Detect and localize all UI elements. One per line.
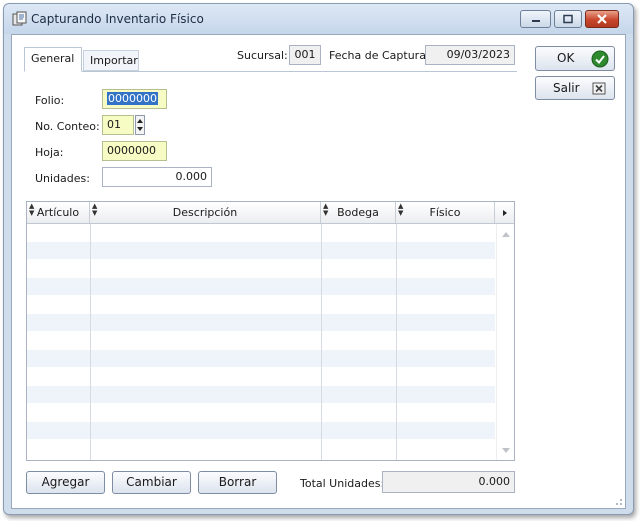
borrar-button[interactable]: Borrar (198, 471, 277, 494)
close-button[interactable] (585, 10, 619, 28)
table-row[interactable] (27, 332, 495, 350)
conteo-stepper[interactable] (135, 115, 145, 135)
total-unidades-field[interactable]: 0.000 (382, 471, 515, 493)
exit-x-icon (592, 82, 606, 95)
grid-vertical-scrollbar[interactable] (496, 224, 514, 460)
chevron-right-icon (502, 210, 507, 216)
hoja-label: Hoja: (35, 146, 64, 159)
ok-button[interactable]: OK (535, 46, 615, 71)
tab-importar[interactable]: Importar (83, 50, 139, 71)
sort-icon: ▲ ▼ (323, 202, 329, 217)
window-title: Capturando Inventario Físico (31, 12, 204, 26)
table-row[interactable] (27, 404, 495, 422)
table-row[interactable] (27, 368, 495, 386)
sort-icon: ▲ ▼ (92, 202, 98, 217)
column-articulo[interactable]: ▲ ▼ Artículo (27, 202, 90, 223)
check-circle-icon (591, 50, 609, 68)
folio-field[interactable]: 0000000 (102, 89, 167, 109)
cambiar-button[interactable]: Cambiar (112, 471, 191, 494)
grid-header: ▲ ▼ Artículo ▲ ▼ Descripción ▲ ▼ Bodega ▲ ▼ … (27, 202, 514, 224)
resize-grip-icon[interactable] (613, 496, 623, 506)
column-scroll-right[interactable] (495, 202, 514, 223)
column-articulo-label: Artículo (36, 206, 80, 219)
sucursal-field[interactable]: 001 (289, 45, 321, 65)
folio-value: 0000000 (107, 92, 158, 105)
ok-button-label: OK (557, 51, 575, 65)
conteo-label: No. Conteo: (35, 120, 100, 133)
conteo-field[interactable]: 01 (102, 115, 134, 135)
close-icon (597, 14, 607, 24)
table-row[interactable] (27, 386, 495, 404)
column-bodega[interactable]: ▲ ▼ Bodega (321, 202, 396, 223)
title-bar[interactable]: Capturando Inventario Físico (4, 4, 633, 34)
inventory-grid[interactable]: ▲ ▼ Artículo ▲ ▼ Descripción ▲ ▼ Bodega ▲ ▼ … (26, 201, 515, 461)
minimize-icon (531, 20, 540, 22)
sort-icon: ▲ ▼ (398, 202, 404, 217)
scroll-down-icon[interactable] (498, 446, 514, 456)
stepper-down-icon[interactable] (136, 125, 144, 134)
table-row[interactable] (27, 260, 495, 278)
column-fisico[interactable]: ▲ ▼ Físico (396, 202, 495, 223)
dialog-body: General Importar Sucursal: 001 Fecha de … (11, 34, 626, 509)
column-descripcion[interactable]: ▲ ▼ Descripción (90, 202, 321, 223)
sort-icon: ▲ ▼ (29, 202, 35, 217)
grid-body (27, 224, 495, 458)
table-row[interactable] (27, 350, 495, 368)
table-row[interactable] (27, 224, 495, 242)
table-row[interactable] (27, 278, 495, 296)
tab-divider (24, 71, 517, 72)
fecha-captura-label: Fecha de Captura: (329, 49, 430, 62)
scroll-up-icon[interactable] (498, 229, 514, 239)
column-divider (321, 224, 322, 460)
column-descripcion-label: Descripción (172, 206, 238, 219)
stepper-up-icon[interactable] (136, 116, 144, 125)
salir-button-label: Salir (553, 81, 580, 95)
maximize-button[interactable] (554, 10, 582, 28)
column-fisico-label: Físico (429, 206, 461, 219)
minimize-button[interactable] (520, 10, 551, 28)
total-unidades-label: Total Unidades: (300, 477, 385, 490)
unidades-label: Unidades: (35, 172, 90, 185)
unidades-field[interactable]: 0.000 (102, 167, 212, 187)
dialog-window: Capturando Inventario Físico General Imp… (3, 3, 634, 515)
folio-label: Folio: (35, 94, 65, 107)
tab-general[interactable]: General (24, 47, 82, 72)
salir-button[interactable]: Salir (535, 76, 615, 100)
table-row[interactable] (27, 440, 495, 458)
sucursal-label: Sucursal: (237, 49, 288, 62)
table-row[interactable] (27, 314, 495, 332)
table-row[interactable] (27, 242, 495, 260)
table-row[interactable] (27, 422, 495, 440)
inventory-app-icon (12, 11, 27, 26)
table-row[interactable] (27, 296, 495, 314)
column-bodega-label: Bodega (337, 206, 379, 219)
column-divider (90, 224, 91, 460)
hoja-field[interactable]: 0000000 (102, 141, 167, 161)
fecha-captura-field[interactable]: 09/03/2023 (425, 45, 515, 65)
column-divider (396, 224, 397, 460)
agregar-button[interactable]: Agregar (26, 471, 105, 494)
maximize-icon (563, 14, 573, 24)
